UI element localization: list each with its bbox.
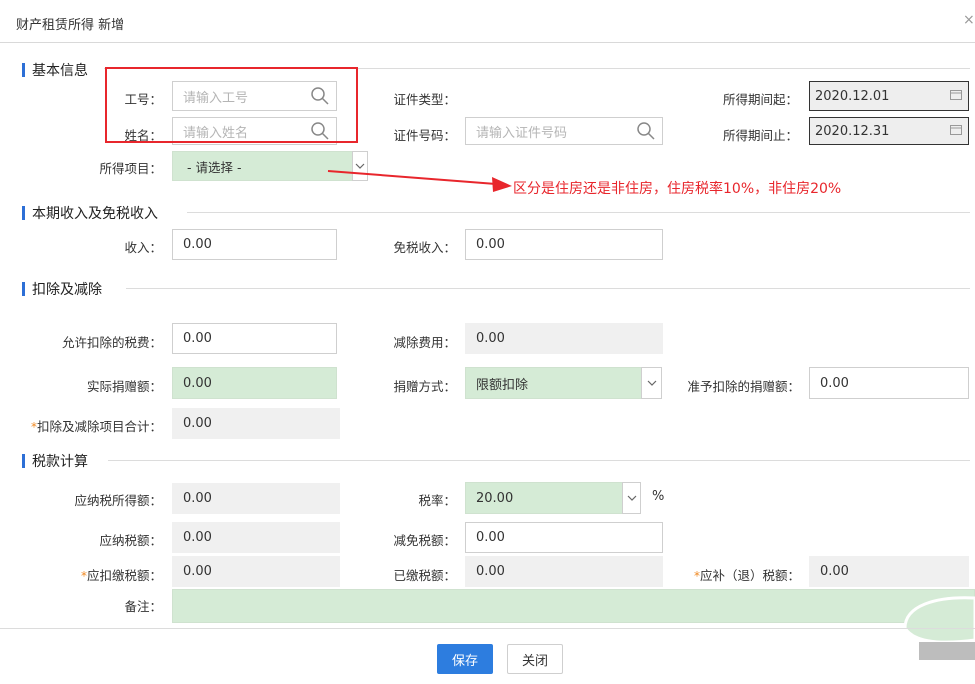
remark-label: 备注： <box>124 599 162 614</box>
income-input[interactable]: 0.00 <box>172 229 337 260</box>
refund-field: 0.00 <box>809 556 969 587</box>
period-start-input[interactable]: 2020.12.01 <box>809 81 969 111</box>
deduction-total-field: 0.00 <box>172 408 340 439</box>
annotation-text: 区分是住房还是非住房，住房税率10%，非住房20% <box>513 181 842 197</box>
allowed-tax-value: 0.00 <box>183 331 212 346</box>
section-divider <box>126 288 970 289</box>
calendar-icon[interactable] <box>950 124 962 135</box>
calendar-icon[interactable] <box>950 89 962 100</box>
paid-value: 0.00 <box>476 564 505 579</box>
item-label: 所得项目： <box>99 161 162 176</box>
tax-payable-field: 0.00 <box>172 522 340 553</box>
footer-divider <box>0 628 975 629</box>
withhold-value: 0.00 <box>183 564 212 579</box>
relief-value: 0.00 <box>476 530 505 545</box>
decorative-shape <box>903 596 975 660</box>
period-end-label: 所得期间止： <box>722 128 798 143</box>
save-button[interactable]: 保存 <box>437 644 493 674</box>
chevron-down-icon[interactable] <box>622 482 641 514</box>
reduce-fee-field: 0.00 <box>465 323 663 354</box>
dialog-title: 财产租赁所得 新增 <box>16 18 125 33</box>
allowed-tax-input[interactable]: 0.00 <box>172 323 337 354</box>
id-no-placeholder: 请输入证件号码 <box>476 125 568 141</box>
exempt-value: 0.00 <box>476 237 505 252</box>
search-icon[interactable] <box>636 121 656 141</box>
withhold-field: 0.00 <box>172 556 340 587</box>
allowed-donation-value: 0.00 <box>820 375 849 391</box>
section-income: 本期收入及免税收入 <box>22 203 158 223</box>
donation-method-value: 限额扣除 <box>476 377 529 393</box>
close-icon[interactable]: × <box>963 12 975 28</box>
section-deduction: 扣除及减除 <box>22 279 102 299</box>
section-marker <box>22 63 25 77</box>
paid-field: 0.00 <box>465 556 663 587</box>
id-type-label: 证件类型： <box>393 92 456 107</box>
paid-label: 已缴税额： <box>393 568 456 583</box>
period-end-value: 2020.12.31 <box>815 123 890 139</box>
reduce-fee-value: 0.00 <box>476 331 505 346</box>
highlight-box <box>105 67 358 143</box>
remark-textarea[interactable] <box>172 589 975 623</box>
section-basic-title: 基本信息 <box>32 63 88 79</box>
rate-unit: % <box>652 489 665 504</box>
section-marker <box>22 454 25 468</box>
section-marker <box>22 206 25 220</box>
income-label: 收入： <box>124 240 162 255</box>
reduce-fee-label: 减除费用： <box>393 335 456 350</box>
section-marker <box>22 282 25 296</box>
tax-payable-value: 0.00 <box>183 530 212 545</box>
period-end-input[interactable]: 2020.12.31 <box>809 117 969 145</box>
refund-value: 0.00 <box>820 564 849 579</box>
section-divider <box>108 460 970 461</box>
id-no-input[interactable]: 请输入证件号码 <box>465 117 663 145</box>
close-button[interactable]: 关闭 <box>507 644 563 674</box>
period-start-label: 所得期间起： <box>722 92 798 107</box>
relief-input[interactable]: 0.00 <box>465 522 663 553</box>
annotation-arrow <box>327 170 512 192</box>
rate-label: 税率： <box>418 493 456 508</box>
deduction-total-label: *扣除及减除项目合计： <box>6 416 162 435</box>
withhold-label-text: 应扣缴税额： <box>86 568 162 583</box>
id-no-label: 证件号码： <box>393 128 456 143</box>
exempt-label: 免税收入： <box>393 240 456 255</box>
allowed-donation-input[interactable]: 0.00 <box>809 367 969 399</box>
chevron-down-icon[interactable] <box>641 367 662 399</box>
rate-select[interactable]: 20.00 <box>465 482 641 514</box>
deduction-total-label-text: 扣除及减除项目合计： <box>36 419 162 434</box>
donation-method-select[interactable]: 限额扣除 <box>465 367 662 399</box>
rate-value: 20.00 <box>476 490 514 506</box>
withhold-label: *应扣缴税额： <box>20 565 162 584</box>
taxable-income-field: 0.00 <box>172 483 340 514</box>
income-value: 0.00 <box>183 237 212 252</box>
donation-input[interactable]: 0.00 <box>172 367 337 399</box>
refund-label: *应补（退）税额： <box>666 565 800 584</box>
exempt-input[interactable]: 0.00 <box>465 229 663 260</box>
tax-payable-label: 应纳税额： <box>99 533 162 548</box>
item-select-value: - 请选择 - <box>187 159 242 175</box>
donation-label: 实际捐赠额： <box>86 379 162 394</box>
allowed-tax-label: 允许扣除的税费： <box>61 335 162 350</box>
relief-label: 减免税额： <box>393 533 456 548</box>
refund-label-text: 应补（退）税额： <box>699 568 800 583</box>
taxable-income-label: 应纳税所得额： <box>74 493 162 508</box>
period-start-value: 2020.12.01 <box>815 88 890 104</box>
section-divider <box>187 212 970 213</box>
section-tax-title: 税款计算 <box>32 454 88 470</box>
allowed-donation-label: 准予扣除的捐赠额： <box>687 379 800 394</box>
donation-method-label: 捐赠方式： <box>393 379 456 394</box>
section-tax: 税款计算 <box>22 451 88 471</box>
deduction-total-value: 0.00 <box>183 416 212 431</box>
section-deduction-title: 扣除及减除 <box>32 282 102 298</box>
title-divider <box>0 42 975 43</box>
donation-value: 0.00 <box>183 375 212 391</box>
section-income-title: 本期收入及免税收入 <box>32 206 158 222</box>
section-basic-info: 基本信息 <box>22 60 88 80</box>
taxable-income-value: 0.00 <box>183 491 212 506</box>
